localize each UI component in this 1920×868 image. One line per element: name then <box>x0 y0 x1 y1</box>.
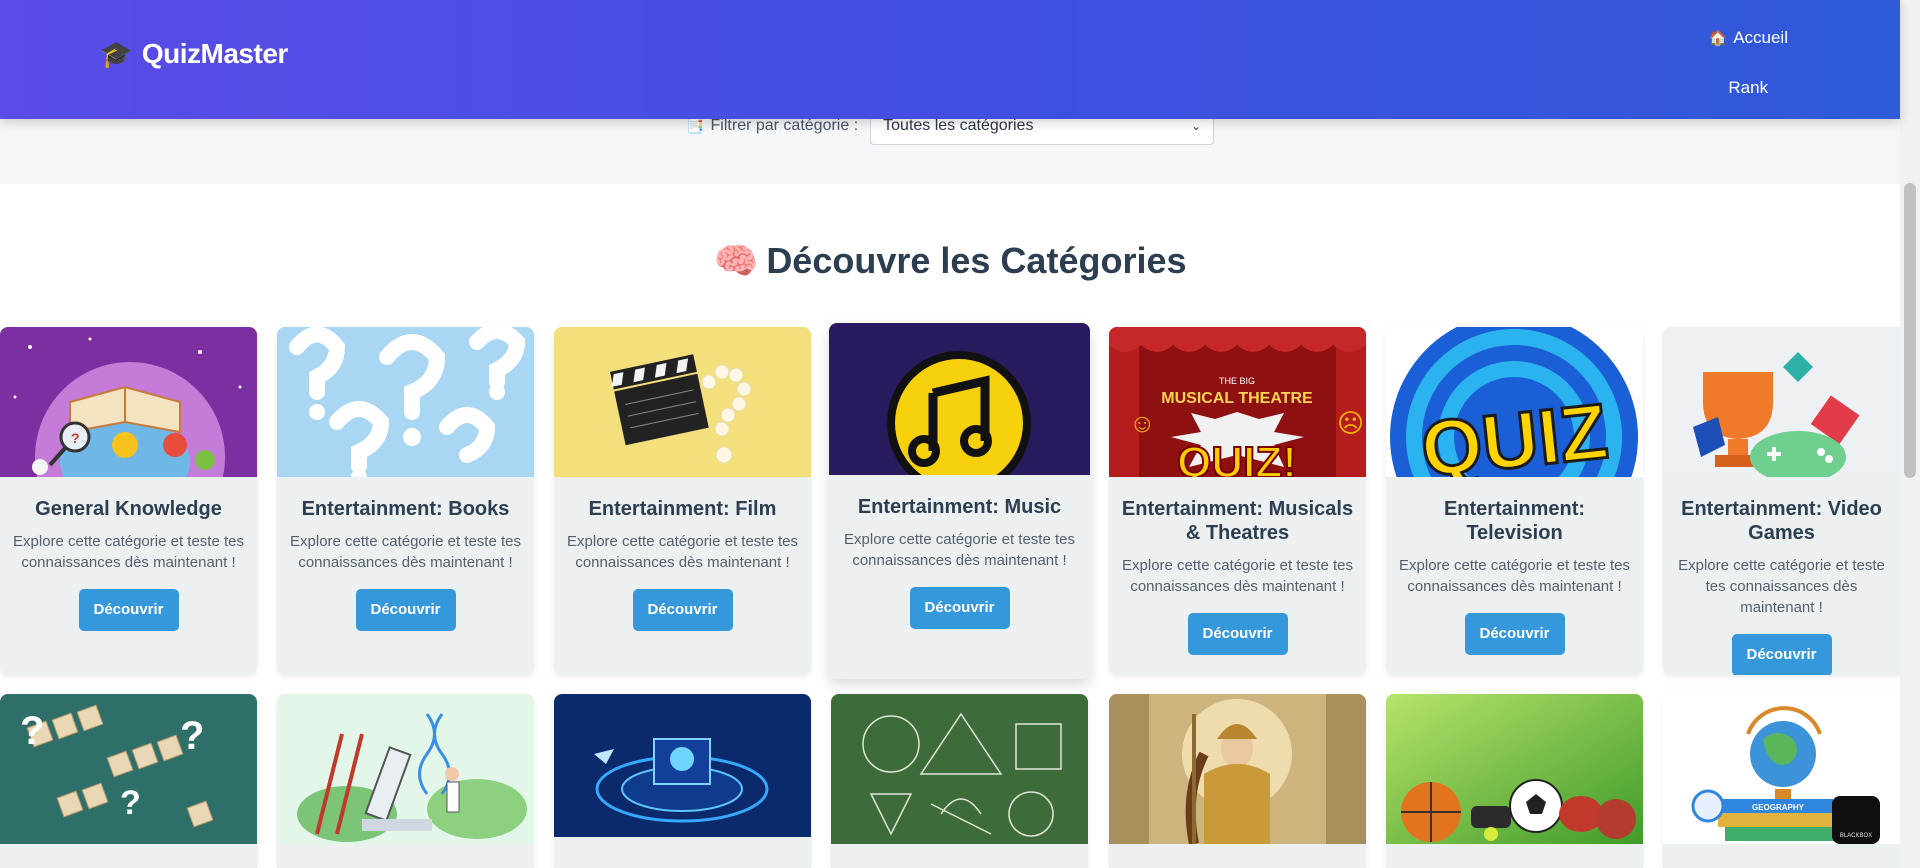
svg-text:?: ? <box>120 784 141 822</box>
category-card <box>831 694 1088 868</box>
category-card: QUIZ Entertainment: Television Explore c… <box>1386 327 1643 675</box>
category-card: THE BIG MUSICAL THEATRE QUIZ! ☺ ☹ Entert… <box>1109 327 1366 675</box>
category-card <box>1109 694 1366 868</box>
card-description: Explore cette catégorie et teste tes con… <box>1399 557 1630 595</box>
svg-text:☺: ☺ <box>1129 408 1156 438</box>
card-description: Explore cette catégorie et teste tes con… <box>844 531 1075 569</box>
svg-text:?: ? <box>20 709 44 753</box>
card-title: General Knowledge <box>35 498 222 520</box>
mathematics-image <box>831 694 1088 844</box>
musical-theatre-image: THE BIG MUSICAL THEATRE QUIZ! ☺ ☹ <box>1109 327 1366 477</box>
chevron-down-icon: ⌄ <box>1191 119 1202 133</box>
video-games-image <box>1663 327 1900 477</box>
discover-button[interactable]: Découvrir <box>909 587 1010 629</box>
category-card <box>554 694 811 868</box>
clipboard-icon: 📑 <box>685 118 705 135</box>
discover-button[interactable]: Découvrir <box>1464 613 1565 655</box>
category-card: Entertainment: Video Games Explore cette… <box>1663 327 1900 675</box>
card-description: Explore cette catégorie et teste tes con… <box>290 533 521 571</box>
board-games-image: ? ? ? <box>0 694 257 844</box>
house-icon: 🏠 <box>1708 30 1728 47</box>
brain-icon: 🧠 <box>713 240 759 281</box>
sports-image <box>1386 694 1643 844</box>
site-header: 🎓 QuizMaster 🏠 Accueil Rank <box>0 0 1900 119</box>
card-title: Entertainment: Television <box>1443 498 1586 544</box>
nav-home[interactable]: 🏠 Accueil <box>1705 13 1793 63</box>
card-description: Explore cette catégorie et teste tes con… <box>567 533 798 571</box>
television-image: QUIZ <box>1386 327 1643 477</box>
category-card <box>277 694 534 868</box>
card-title: Entertainment: Music <box>857 496 1062 518</box>
blackbox-badge[interactable]: BLACKBOX <box>1832 796 1880 844</box>
books-image <box>277 327 534 477</box>
musical-line2: MUSICAL THEATRE <box>1161 390 1313 407</box>
svg-text:?: ? <box>71 430 80 446</box>
musical-line3: QUIZ! <box>1177 438 1297 477</box>
card-title: Entertainment: Video Games <box>1681 498 1882 544</box>
discover-button[interactable]: Découvrir <box>1187 613 1288 655</box>
category-card: Entertainment: Music Explore cette catég… <box>829 323 1090 679</box>
category-card: ? ? ? <box>0 694 257 868</box>
svg-text:☹: ☹ <box>1337 408 1364 438</box>
svg-text:?: ? <box>180 714 204 758</box>
card-title: Entertainment: Books <box>301 498 510 520</box>
card-description: Explore cette catégorie et teste tes con… <box>13 533 244 571</box>
nav-rank[interactable]: Rank <box>1724 63 1772 113</box>
mythology-image <box>1109 694 1366 844</box>
discover-button[interactable]: Découvrir <box>632 589 733 631</box>
page-scrollbar[interactable] <box>1900 0 1920 868</box>
category-card: Entertainment: Books Explore cette catég… <box>277 327 534 675</box>
general-knowledge-image: ? <box>0 327 257 477</box>
category-card <box>1386 694 1643 868</box>
musical-line1: THE BIG <box>1219 376 1255 386</box>
film-image <box>554 327 811 477</box>
discover-button[interactable]: Découvrir <box>1731 634 1832 675</box>
card-description: Explore cette catégorie et teste tes con… <box>1678 557 1885 616</box>
category-card: ? General Knowledge Explore cette catégo… <box>0 327 257 675</box>
scrollbar-thumb[interactable] <box>1904 183 1916 478</box>
main-nav: 🏠 Accueil Rank <box>1705 0 1793 113</box>
geography-book-label: GEOGRAPHY <box>1752 803 1805 812</box>
card-title: Entertainment: Film <box>588 498 777 520</box>
card-title: Entertainment: Musicals & Theatres <box>1121 498 1354 544</box>
category-card: Entertainment: Film Explore cette catégo… <box>554 327 811 675</box>
computers-image <box>554 694 811 837</box>
brand-logo[interactable]: 🎓 QuizMaster <box>100 38 288 70</box>
card-description: Explore cette catégorie et teste tes con… <box>1122 557 1353 595</box>
filter-label: 📑 Filtrer par catégorie : <box>685 117 859 135</box>
music-image <box>829 323 1090 475</box>
section-title: 🧠 Découvre les Catégories <box>713 240 1187 281</box>
discover-button[interactable]: Découvrir <box>355 589 456 631</box>
discover-button[interactable]: Découvrir <box>78 589 179 631</box>
graduation-cap-icon: 🎓 <box>100 38 132 69</box>
science-image <box>277 694 534 844</box>
